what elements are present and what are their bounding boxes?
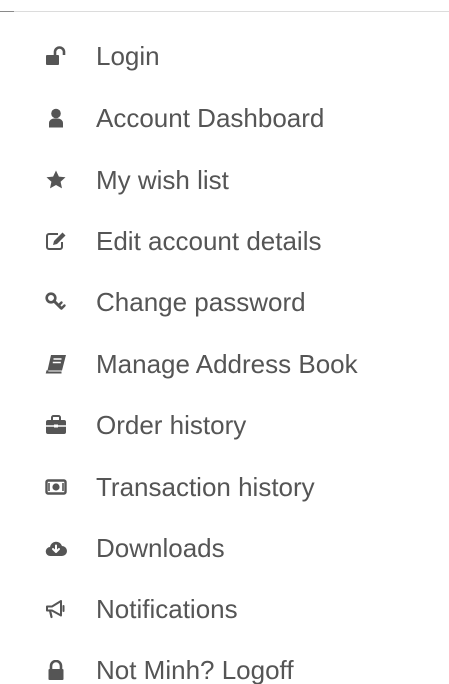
book-icon xyxy=(45,354,67,374)
menu-item-label: Account Dashboard xyxy=(96,103,325,133)
menu-item-transaction-history[interactable]: Transaction history xyxy=(0,467,449,507)
menu-item-change-password[interactable]: Change password xyxy=(0,282,449,322)
menu-item-notifications[interactable]: Notifications xyxy=(0,589,449,629)
unlock-icon xyxy=(45,46,67,66)
menu-item-label: Transaction history xyxy=(96,472,315,502)
menu-item-downloads[interactable]: Downloads xyxy=(0,528,449,568)
lock-icon xyxy=(45,660,67,680)
bullhorn-icon xyxy=(45,599,67,619)
menu-item-logoff[interactable]: Not Minh? Logoff xyxy=(0,650,449,684)
menu-item-label: Notifications xyxy=(96,594,238,624)
menu-item-label: My wish list xyxy=(96,165,229,195)
menu-item-edit-account-details[interactable]: Edit account details xyxy=(0,221,449,261)
menu-item-label: Downloads xyxy=(96,533,225,563)
edit-icon xyxy=(45,231,67,251)
menu-item-my-wish-list[interactable]: My wish list xyxy=(0,160,449,200)
key-icon xyxy=(45,292,67,312)
menu-item-account-dashboard[interactable]: Account Dashboard xyxy=(0,98,449,138)
briefcase-icon xyxy=(45,415,67,435)
user-icon xyxy=(45,108,67,128)
menu-item-label: Login xyxy=(96,41,160,71)
menu-item-login[interactable]: Login xyxy=(0,36,449,76)
menu-item-label: Not Minh? Logoff xyxy=(96,655,294,684)
cloud-download-icon xyxy=(45,538,67,558)
top-divider-tick xyxy=(0,11,14,12)
menu-item-manage-address-book[interactable]: Manage Address Book xyxy=(0,344,449,384)
money-icon xyxy=(45,477,67,497)
star-icon xyxy=(45,170,67,190)
menu-item-label: Manage Address Book xyxy=(96,349,358,379)
menu-item-label: Order history xyxy=(96,410,247,440)
top-divider xyxy=(0,11,449,12)
menu-item-order-history[interactable]: Order history xyxy=(0,405,449,445)
menu-item-label: Edit account details xyxy=(96,226,322,256)
menu-item-label: Change password xyxy=(96,287,306,317)
